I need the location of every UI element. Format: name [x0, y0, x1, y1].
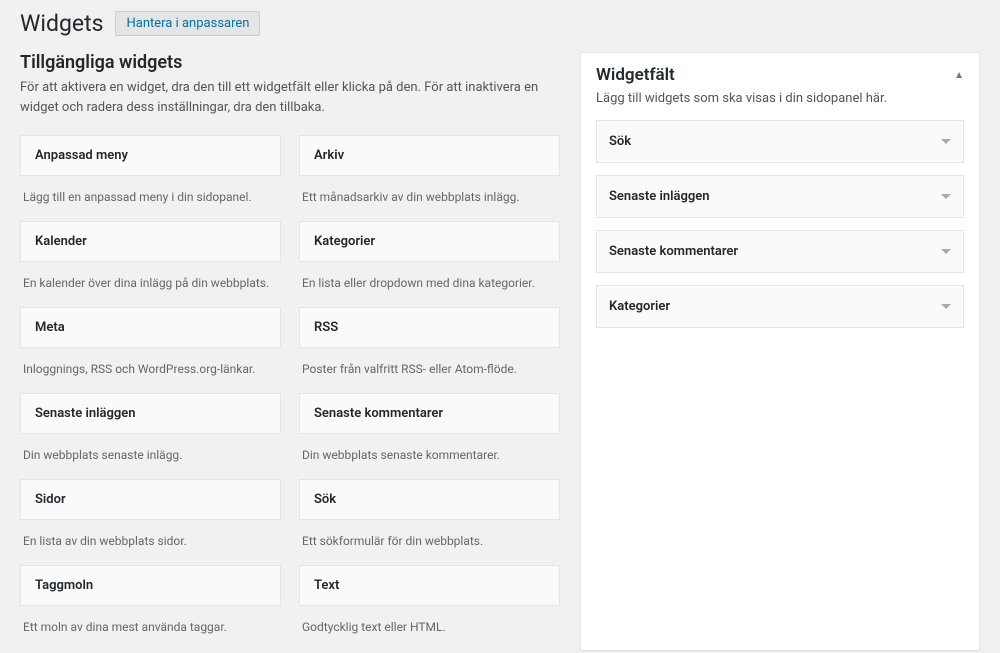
widget-description: Ett månadsarkiv av din webbplats inlägg. [299, 176, 560, 221]
widget-header[interactable]: RSS [299, 307, 560, 348]
widget-item[interactable]: Text Godtycklig text eller HTML. [299, 565, 560, 651]
available-widgets-description: För att aktivera en widget, dra den till… [20, 78, 560, 117]
widget-description: En lista av din webbplats sidor. [20, 520, 281, 565]
widget-item[interactable]: Senaste inläggen Din webbplats senaste i… [20, 393, 281, 479]
active-widget[interactable]: Kategorier [596, 285, 964, 328]
widget-header[interactable]: Meta [20, 307, 281, 348]
available-widgets-title: Tillgängliga widgets [20, 52, 560, 73]
widget-header[interactable]: Senaste inläggen [20, 393, 281, 434]
widget-header[interactable]: Text [299, 565, 560, 606]
widget-item[interactable]: Kategorier En lista eller dropdown med d… [299, 221, 560, 307]
widget-area-description: Lägg till widgets som ska visas i din si… [581, 91, 979, 120]
widget-title: Kategorier [314, 234, 375, 249]
page-title: Widgets [20, 10, 103, 37]
widget-title: Sök [314, 492, 336, 507]
widget-header[interactable]: Taggmoln [20, 565, 281, 606]
widget-description: Din webbplats senaste inlägg. [20, 434, 281, 479]
widget-item[interactable]: RSS Poster från valfritt RSS- eller Atom… [299, 307, 560, 393]
widget-title: Taggmoln [35, 578, 93, 593]
widget-item[interactable]: Arkiv Ett månadsarkiv av din webbplats i… [299, 135, 560, 221]
widget-item[interactable]: Sidor En lista av din webbplats sidor. [20, 479, 281, 565]
active-widget[interactable]: Senaste inläggen [596, 175, 964, 218]
widget-title: Anpassad meny [35, 148, 128, 163]
widget-description: Lägg till en anpassad meny i din sidopan… [20, 176, 281, 221]
widget-description: Godtycklig text eller HTML. [299, 606, 560, 651]
expand-icon [941, 249, 951, 254]
widget-header[interactable]: Senaste kommentarer [299, 393, 560, 434]
widget-area-header[interactable]: Widgetfält ▲ [581, 53, 979, 91]
widget-title: Senaste kommentarer [314, 406, 443, 421]
widget-description: Poster från valfritt RSS- eller Atom-flö… [299, 348, 560, 393]
active-widget-title: Sök [609, 134, 631, 149]
widget-description: En kalender över dina inlägg på din webb… [20, 262, 281, 307]
widget-description: Ett sökformulär för din webbplats. [299, 520, 560, 565]
widget-item[interactable]: Taggmoln Ett moln av dina mest använda t… [20, 565, 281, 651]
collapse-icon: ▲ [954, 70, 964, 81]
active-widget[interactable]: Sök [596, 120, 964, 163]
manage-customizer-button[interactable]: Hantera i anpassaren [115, 11, 260, 36]
widget-description: Din webbplats senaste kommentarer. [299, 434, 560, 479]
widget-item[interactable]: Sök Ett sökformulär för din webbplats. [299, 479, 560, 565]
widget-title: Sidor [35, 492, 66, 507]
active-widget-title: Kategorier [609, 299, 670, 314]
widget-item[interactable]: Senaste kommentarer Din webbplats senast… [299, 393, 560, 479]
widget-description: En lista eller dropdown med dina kategor… [299, 262, 560, 307]
expand-icon [941, 139, 951, 144]
widget-description: Ett moln av dina mest använda taggar. [20, 606, 281, 651]
active-widget-title: Senaste inläggen [609, 189, 710, 204]
widget-title: Meta [35, 320, 65, 335]
widget-title: Kalender [35, 234, 87, 249]
widget-header[interactable]: Kalender [20, 221, 281, 262]
widget-area-title: Widgetfält [596, 65, 675, 85]
widget-title: Text [314, 578, 339, 593]
widget-description: Inloggnings, RSS och WordPress.org-länka… [20, 348, 281, 393]
expand-icon [941, 194, 951, 199]
widget-item[interactable]: Anpassad meny Lägg till en anpassad meny… [20, 135, 281, 221]
widget-title: Arkiv [314, 148, 344, 163]
widget-header[interactable]: Anpassad meny [20, 135, 281, 176]
widget-title: RSS [314, 320, 338, 335]
widget-header[interactable]: Arkiv [299, 135, 560, 176]
widget-header[interactable]: Sidor [20, 479, 281, 520]
available-widgets-panel: Tillgängliga widgets För att aktivera en… [20, 52, 560, 651]
active-widget-title: Senaste kommentarer [609, 244, 738, 259]
widget-title: Senaste inläggen [35, 406, 136, 421]
widget-header[interactable]: Sök [299, 479, 560, 520]
expand-icon [941, 304, 951, 309]
active-widget[interactable]: Senaste kommentarer [596, 230, 964, 273]
widget-area-panel: Widgetfält ▲ Lägg till widgets som ska v… [580, 52, 980, 651]
widget-item[interactable]: Meta Inloggnings, RSS och WordPress.org-… [20, 307, 281, 393]
widget-header[interactable]: Kategorier [299, 221, 560, 262]
widget-item[interactable]: Kalender En kalender över dina inlägg på… [20, 221, 281, 307]
widget-list: Anpassad meny Lägg till en anpassad meny… [20, 135, 560, 651]
page-header: Widgets Hantera i anpassaren [20, 10, 980, 37]
